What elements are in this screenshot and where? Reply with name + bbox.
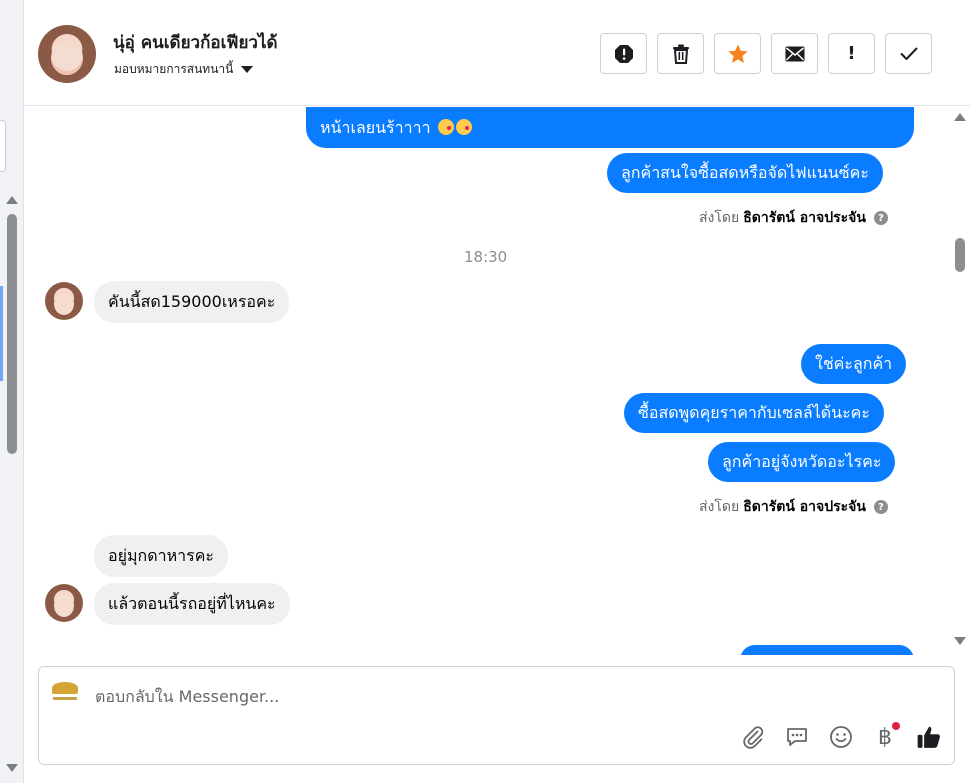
conversation-actions: ! bbox=[600, 33, 932, 74]
collapsed-panel-edge bbox=[0, 120, 6, 172]
envelope-icon bbox=[785, 46, 804, 61]
outgoing-message[interactable]: หน้าเลยนร้าาาา bbox=[306, 107, 914, 148]
sent-by-label: ส่งโดย ธิดารัตน์ อาจประจัน ? bbox=[699, 207, 888, 229]
emoji-button[interactable] bbox=[828, 724, 854, 750]
sender-name[interactable]: ธิดารัตน์ อาจประจัน bbox=[743, 496, 866, 518]
reply-composer: ฿ bbox=[38, 666, 955, 765]
composer-tools: ฿ bbox=[740, 722, 942, 750]
sent-by-prefix: ส่งโดย bbox=[699, 210, 740, 226]
emoji-icon bbox=[830, 726, 852, 748]
incoming-message[interactable]: อยู่มุกดาหารคะ bbox=[94, 535, 229, 577]
help-icon[interactable]: ? bbox=[873, 500, 888, 514]
star-icon bbox=[727, 43, 748, 63]
message-text: แล้วตอนนี้รถอยู่ที่ไหนคะ bbox=[108, 594, 276, 613]
kiss-emoji-icon bbox=[455, 119, 472, 135]
page-logo bbox=[49, 677, 81, 705]
message-text: ใช่ค่ะลูกค้า bbox=[815, 354, 893, 373]
sent-by-label: ส่งโดย ธิดารัตน์ อาจประจัน ? bbox=[699, 496, 888, 518]
contact-avatar[interactable] bbox=[38, 25, 96, 83]
sent-by-prefix: ส่งโดย bbox=[699, 499, 740, 515]
message-text: คันนี้สด159000เหรอคะ bbox=[108, 292, 276, 311]
message-text: ซื้อสดพูดคุยราคากับเซลล์ได้นะคะ bbox=[638, 403, 870, 422]
conversation-panel: นุ่อุ่ คนเดียวก้อเฟียวได้ มอบหมายการสนทน… bbox=[24, 0, 978, 783]
reply-input[interactable] bbox=[95, 687, 915, 706]
left-sidebar-edge bbox=[0, 0, 24, 783]
spam-button[interactable] bbox=[600, 33, 647, 74]
mark-done-button[interactable] bbox=[885, 33, 932, 74]
trash-icon bbox=[672, 44, 689, 64]
payment-button[interactable]: ฿ bbox=[872, 722, 900, 750]
sidebar-scrollbar-thumb[interactable] bbox=[7, 214, 17, 454]
chevron-down-icon bbox=[241, 66, 254, 73]
attach-button[interactable] bbox=[740, 724, 766, 750]
exclamation-icon: ! bbox=[847, 43, 856, 64]
baht-icon: ฿ bbox=[878, 724, 892, 750]
selection-accent bbox=[0, 286, 3, 381]
notification-dot bbox=[892, 722, 900, 730]
message-text: อยู่มุกดาหารคะ bbox=[108, 546, 215, 565]
sidebar-scroll-up-arrow[interactable] bbox=[6, 196, 18, 204]
message-text: หน้าเลยนร้าาาา bbox=[320, 118, 431, 137]
kiss-emoji-icon bbox=[437, 119, 454, 135]
scroll-up-arrow[interactable] bbox=[954, 113, 966, 121]
message-thread: หน้าเลยนร้าาาา ลูกค้าสนใจซื้อสดหรือจัดไฟ… bbox=[24, 107, 970, 655]
follow-up-button[interactable]: ! bbox=[828, 33, 875, 74]
like-button[interactable] bbox=[916, 724, 942, 750]
contact-avatar-small[interactable] bbox=[45, 282, 83, 320]
incoming-message[interactable]: คันนี้สด159000เหรอคะ bbox=[94, 281, 290, 323]
help-icon[interactable]: ? bbox=[873, 211, 888, 225]
saved-replies-button[interactable] bbox=[784, 724, 810, 750]
assign-label: มอบหมายการสนทนานี้ bbox=[114, 62, 234, 76]
check-icon bbox=[900, 47, 917, 60]
octagon-exclamation-icon bbox=[614, 44, 633, 63]
message-text: ลูกค้าอยู่จังหวัดอะไรคะ bbox=[722, 452, 882, 471]
message-timestamp: 18:30 bbox=[464, 248, 508, 266]
incoming-message[interactable]: แล้วตอนนี้รถอยู่ที่ไหนคะ bbox=[94, 583, 290, 625]
saved-reply-icon bbox=[787, 728, 807, 746]
outgoing-message[interactable]: ใช่ค่ะลูกค้า bbox=[801, 344, 907, 384]
sidebar-scroll-down-arrow[interactable] bbox=[6, 764, 18, 772]
assign-conversation-dropdown[interactable]: มอบหมายการสนทนานี้ bbox=[114, 60, 254, 79]
message-scrollbar[interactable] bbox=[950, 107, 970, 655]
scroll-down-arrow[interactable] bbox=[954, 637, 966, 645]
outgoing-message-partial[interactable] bbox=[740, 645, 914, 655]
scrollbar-thumb[interactable] bbox=[955, 238, 965, 272]
outgoing-message[interactable]: ลูกค้าอยู่จังหวัดอะไรคะ bbox=[708, 442, 896, 482]
contact-name[interactable]: นุ่อุ่ คนเดียวก้อเฟียวได้ bbox=[113, 29, 278, 56]
message-text: ลูกค้าสนใจซื้อสดหรือจัดไฟแนนซ์คะ bbox=[621, 163, 869, 182]
sender-name[interactable]: ธิดารัตน์ อาจประจัน bbox=[743, 207, 866, 229]
delete-button[interactable] bbox=[657, 33, 704, 74]
mark-unread-button[interactable] bbox=[771, 33, 818, 74]
star-button[interactable] bbox=[714, 33, 761, 74]
conversation-header: นุ่อุ่ คนเดียวก้อเฟียวได้ มอบหมายการสนทน… bbox=[24, 0, 970, 106]
paperclip-icon bbox=[743, 726, 764, 749]
contact-avatar-small[interactable] bbox=[45, 584, 83, 622]
outgoing-message[interactable]: ซื้อสดพูดคุยราคากับเซลล์ได้นะคะ bbox=[624, 393, 884, 433]
thumbs-up-icon bbox=[917, 726, 940, 748]
outgoing-message[interactable]: ลูกค้าสนใจซื้อสดหรือจัดไฟแนนซ์คะ bbox=[607, 153, 883, 193]
